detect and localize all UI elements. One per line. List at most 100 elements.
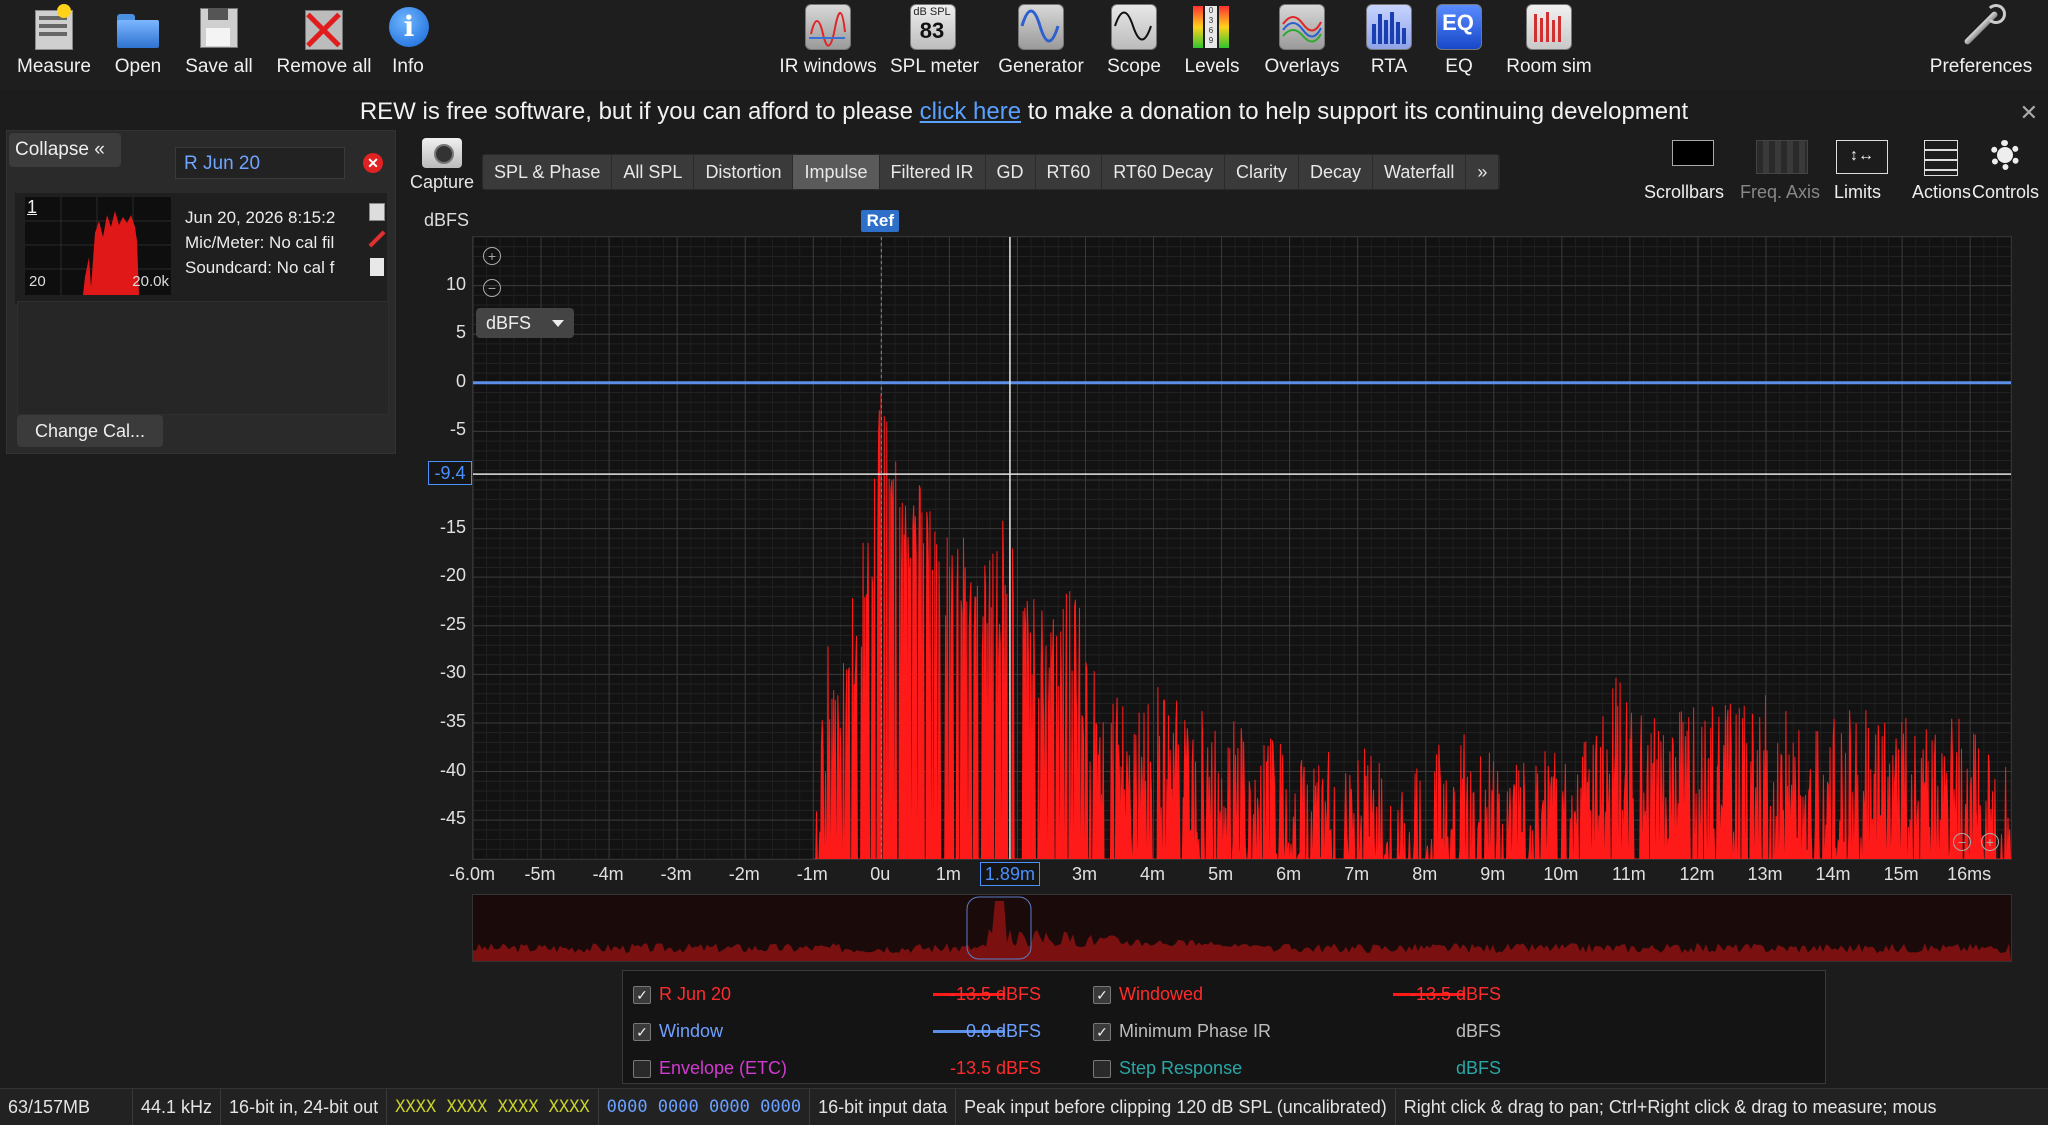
edit-notes-icon[interactable] [367, 201, 387, 221]
overview-graph [473, 896, 2011, 961]
measurement-name-field[interactable]: R Jun 20 [175, 147, 345, 179]
legend-row-windowed: ✓ Windowed -13.5 dBFS [1093, 979, 1533, 1009]
graph-tabs: SPL & Phase All SPL Distortion Impulse Filte… [482, 154, 1501, 190]
collapse-label: Collapse [15, 139, 89, 160]
eq-label: EQ [1445, 56, 1473, 77]
freq-axis-label: Freq. Axis [1740, 182, 1821, 202]
scope-label: Scope [1107, 56, 1161, 77]
bit-depth: 16-bit in, 24-bit out [221, 1089, 388, 1125]
cursor-y-readout: -9.4 [428, 461, 472, 486]
generator-label: Generator [998, 56, 1084, 77]
eq-button[interactable]: EQ EQ [1436, 4, 1482, 88]
legend-value-envelope-etc: -13.5 dBFS [949, 1058, 1041, 1078]
room-sim-label: Room sim [1506, 56, 1592, 77]
measurement-thumbnail[interactable]: 20 20.0k [25, 197, 171, 295]
levels-button[interactable]: 0369 Levels [1184, 4, 1240, 88]
open-button[interactable]: Open [106, 4, 170, 88]
change-cal-button[interactable]: Change Cal... [17, 415, 163, 447]
dropdown-arrow-icon [552, 320, 564, 327]
memory-usage: 63/157MB [0, 1089, 133, 1125]
zoom-out-x-icon[interactable]: − [1953, 833, 1971, 851]
folder-icon [115, 4, 161, 50]
legend-name-envelope-etc: Envelope (ETC) [659, 1058, 788, 1078]
spl-meter-button[interactable]: dB SPL 83 SPL meter [890, 4, 980, 88]
generator-button[interactable]: Generator [998, 4, 1084, 88]
tab-clarity[interactable]: Clarity [1225, 155, 1299, 189]
y-tick-label: -25 [439, 613, 466, 634]
legend-value-step-response: dBFS [1455, 1058, 1501, 1078]
tab-spl-phase[interactable]: SPL & Phase [483, 155, 613, 189]
measurement-list-empty-area [17, 301, 389, 415]
tab-decay[interactable]: Decay [1299, 155, 1373, 189]
legend-checkbox-envelope-etc[interactable] [633, 1060, 651, 1078]
scope-button[interactable]: Scope [1104, 4, 1164, 88]
actions-icon [1912, 138, 1971, 180]
measurement-info: Jun 20, 2026 8:15:2 Mic/Meter: No cal fi… [185, 205, 357, 280]
tab-gd[interactable]: GD [986, 155, 1036, 189]
document-icon[interactable] [367, 257, 387, 277]
collapse-button[interactable]: Collapse « [9, 133, 121, 167]
info-button[interactable]: i Info [386, 4, 430, 88]
tab-rt60-decay[interactable]: RT60 Decay [1102, 155, 1225, 189]
measurement-date: Jun 20, 2026 8:15:2 [185, 208, 336, 227]
banner-close-icon[interactable]: ✕ [2020, 100, 2038, 126]
sample-rate: 44.1 kHz [133, 1089, 222, 1125]
impulse-plot[interactable]: + − − + [472, 236, 2012, 860]
donation-link[interactable]: click here [920, 98, 1021, 125]
legend-checkbox-window[interactable]: ✓ [633, 1023, 651, 1041]
preferences-button[interactable]: Preferences [1926, 4, 2036, 88]
output-bits-indicator: 0000 0000 0000 0000 [599, 1089, 811, 1125]
remove-measurement-icon[interactable]: ✕ [363, 153, 383, 173]
pen-icon[interactable] [367, 229, 387, 249]
legend-checkbox-r-jun-20[interactable]: ✓ [633, 986, 651, 1004]
measure-button[interactable]: Measure [14, 4, 94, 88]
x-tick-label: 8m [1412, 864, 1438, 884]
room-sim-button[interactable]: Room sim [1504, 4, 1594, 88]
legend-checkbox-step-response[interactable] [1093, 1060, 1111, 1078]
legend-name-window: Window [659, 1021, 724, 1041]
ir-windows-icon [805, 4, 851, 50]
x-tick-label: 4m [1140, 864, 1166, 884]
zoom-in-x-icon[interactable]: + [1981, 833, 1999, 851]
actions-button[interactable]: Actions [1912, 138, 1971, 203]
levels-icon: 0369 [1189, 4, 1235, 50]
tab-more-tabs[interactable]: » [1466, 155, 1500, 189]
tab-waterfall[interactable]: Waterfall [1373, 155, 1467, 189]
measure-label: Measure [17, 56, 91, 77]
rta-button[interactable]: RTA [1364, 4, 1414, 88]
x-tick-label: -4m [592, 864, 624, 884]
capture-button[interactable]: Capture [406, 138, 478, 193]
overview-strip[interactable] [472, 894, 2012, 962]
x-tick-label: 11m [1612, 864, 1646, 884]
zoom-out-icon[interactable]: − [483, 279, 501, 297]
remove-all-label: Remove all [276, 56, 372, 77]
legend-checkbox-windowed[interactable]: ✓ [1093, 986, 1111, 1004]
tab-impulse[interactable]: Impulse [793, 155, 880, 189]
scrollbars-button[interactable]: Scrollbars [1644, 138, 1724, 203]
ir-windows-button[interactable]: IR windows [778, 4, 878, 88]
x-tick-label: -2m [728, 864, 760, 884]
tab-rt60[interactable]: RT60 [1036, 155, 1103, 189]
legend-checkbox-minimum-phase-ir[interactable]: ✓ [1093, 1023, 1111, 1041]
remove-all-button[interactable]: Remove all [274, 4, 374, 88]
zoom-in-icon[interactable]: + [483, 247, 501, 265]
overview-trace [473, 901, 2011, 961]
tab-filtered-ir[interactable]: Filtered IR [880, 155, 986, 189]
spl-meter-label: SPL meter [890, 56, 980, 77]
y-tick-label: 5 [455, 322, 466, 343]
banner-text-after: to make a donation to help support its c… [1021, 98, 1689, 125]
unit-select[interactable]: dBFS [476, 308, 574, 338]
ref-marker[interactable]: Ref [861, 210, 900, 232]
rta-label: RTA [1370, 56, 1408, 77]
chevron-double-left-icon: « [94, 139, 105, 160]
measurement-card[interactable]: 1 20 20.0k Jun 20, 2026 8:15:2 Mic/Meter… [15, 193, 387, 305]
save-all-button[interactable]: Save all [182, 4, 256, 88]
measurement-index: 1 [27, 197, 38, 217]
x-tick-label: -1m [796, 864, 828, 884]
limits-button[interactable]: ↕↔ Limits [1834, 138, 1888, 203]
y-tick-label: -35 [439, 710, 466, 731]
overlays-button[interactable]: Overlays [1262, 4, 1342, 88]
controls-button[interactable]: Controls [1972, 138, 2039, 203]
tab-distortion[interactable]: Distortion [694, 155, 794, 189]
tab-all-spl[interactable]: All SPL [612, 155, 695, 189]
